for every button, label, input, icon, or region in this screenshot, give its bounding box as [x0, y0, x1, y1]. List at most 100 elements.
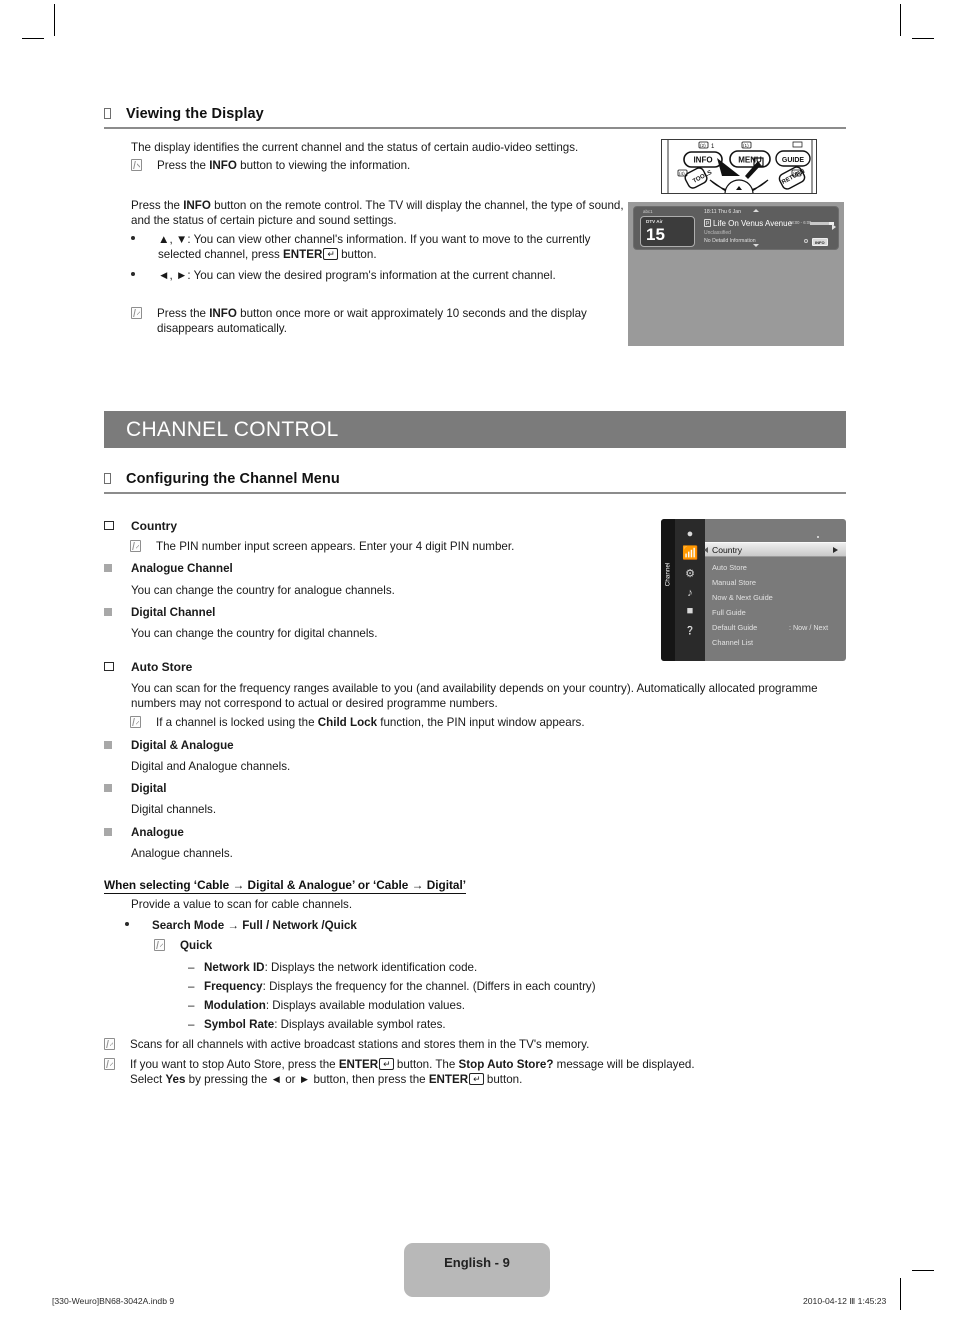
square-bullet-icon: [104, 781, 131, 796]
menu-item-default-guide[interactable]: Default Guide : Now / Next: [705, 620, 846, 635]
svg-text:(1): (1): [793, 171, 799, 176]
osd-progress-bar: [810, 222, 834, 225]
cable-note-1-text: Scans for all channels with active broad…: [130, 1038, 590, 1052]
cable-item-network-id: – Network ID: Displays the network ident…: [104, 960, 846, 975]
note-icon: [104, 539, 156, 554]
digital-title-row: Digital: [104, 781, 846, 796]
analogue-title: Analogue: [131, 825, 184, 839]
cable-item-frequency: – Frequency: Displays the frequency for …: [104, 979, 846, 994]
crop-mark-bottom-right-v: [900, 1278, 901, 1310]
cable-block: Provide a value to scan for cable channe…: [104, 897, 846, 1087]
sound-icon[interactable]: ♪: [682, 587, 698, 600]
analogue-channel-text-row: You can change the country for analogue …: [104, 583, 624, 598]
auto-store-block: Auto Store You can scan for the frequenc…: [104, 660, 846, 861]
menu-item-label: Default Guide: [712, 623, 758, 632]
menu-side-tab-label: Channel: [664, 562, 672, 587]
analogue-channel-text: You can change the country for analogue …: [131, 583, 395, 597]
menu-item-auto-store[interactable]: Auto Store: [705, 560, 846, 575]
menu-item-full-guide[interactable]: Full Guide: [705, 605, 846, 620]
menu-item-label: Auto Store: [712, 563, 747, 572]
page-number-badge: English - 9: [404, 1243, 550, 1297]
quick-label: Quick: [180, 939, 213, 953]
viewing-bullet-1: ▲, ▼: You can view other channel's infor…: [131, 232, 634, 262]
section-marker-icon: [104, 106, 126, 121]
dash-bullet-icon: –: [188, 979, 195, 993]
dot-bullet-icon: [131, 232, 158, 262]
digital-channel-text: You can change the country for digital c…: [131, 627, 378, 641]
search-mode-row: Search Mode → Full / Network /Quick: [104, 918, 846, 933]
menu-item-label: Full Guide: [712, 608, 746, 617]
svg-text:(4): (4): [679, 171, 685, 176]
country-block: Country The PIN number input screen appe…: [104, 519, 624, 641]
menu-selection-caret-icon: [704, 547, 708, 553]
cable-note-1: Scans for all channels with active broad…: [104, 1037, 846, 1052]
menu-icon-column: ● 📶 ⚙ ♪ ■ ❔: [675, 519, 705, 661]
crop-mark-top-right-h: [912, 38, 934, 39]
note-icon: [104, 1037, 130, 1052]
menu-item-label: Now & Next Guide: [712, 593, 773, 602]
cable-item-modulation: – Modulation: Displays available modulat…: [104, 998, 846, 1013]
analogue-text-row: Analogue channels.: [104, 846, 846, 861]
support-icon[interactable]: ❔: [682, 624, 698, 637]
cable-item-term: Modulation: [204, 999, 266, 1013]
osd-info-dot-icon: [804, 239, 808, 243]
menu-item-label: Channel List: [712, 638, 754, 647]
crop-mark-top-right-v: [900, 4, 901, 36]
search-mode-text: Search Mode → Full / Network /Quick: [152, 919, 357, 933]
note-icon: [104, 1057, 130, 1087]
dash-bullet-icon: –: [188, 960, 195, 974]
country-title-row: Country: [104, 519, 624, 534]
cable-subsection-heading: When selecting ‘Cable → Digital & Analog…: [104, 878, 467, 894]
osd-clock: 18:11 Thu 6 Jan: [704, 209, 742, 215]
viewing-note-2: Press the INFO button once more or wait …: [131, 306, 636, 336]
crop-mark-top-left-v: [54, 4, 55, 36]
digital-channel-title-row: Digital Channel: [104, 605, 624, 620]
chapter-band: CHANNEL CONTROL: [104, 411, 846, 448]
menu-item-manual-store[interactable]: Manual Store: [705, 575, 846, 590]
menu-item-channel-list[interactable]: Channel List: [705, 635, 846, 650]
analogue-title-row: Analogue: [104, 825, 846, 840]
viewing-intro-paragraph: The display identifies the current chann…: [131, 141, 579, 154]
dot-bullet-icon: [131, 268, 158, 283]
svg-text:(1): (1): [743, 143, 749, 148]
menu-item-now-next-guide[interactable]: Now & Next Guide: [705, 590, 846, 605]
cable-item-desc: : Displays the network identification co…: [264, 960, 478, 974]
svg-text:INFO: INFO: [693, 156, 712, 165]
menu-side-tab: Channel: [661, 519, 675, 661]
osd-rating-badge: p: [704, 219, 711, 227]
osd-time-range: 18:00 - 6:00: [789, 220, 812, 225]
osd-channel-label: DTV Air: [646, 219, 663, 224]
menu-scroll-up-dot: [817, 536, 819, 538]
osd-up-arrow-icon: [753, 209, 759, 212]
section-heading-viewing-display: Viewing the Display: [104, 106, 846, 129]
crop-mark-top-left-h: [22, 38, 44, 39]
analogue-text: Analogue channels.: [131, 846, 233, 860]
digital-text: Digital channels.: [131, 803, 217, 817]
antenna-icon[interactable]: 📶: [682, 546, 698, 559]
chevron-right-icon: [833, 547, 838, 553]
cable-lead-row: Provide a value to scan for cable channe…: [104, 897, 846, 912]
country-title: Country: [131, 519, 177, 533]
rect-bullet-icon: [104, 660, 131, 675]
cable-note-2: If you want to stop Auto Store, press th…: [104, 1057, 846, 1087]
digital-channel-text-row: You can change the country for digital c…: [104, 626, 624, 641]
picture-icon[interactable]: ⚙: [682, 568, 698, 581]
analogue-channel-title: Analogue Channel: [131, 562, 233, 576]
input-icon[interactable]: ●: [682, 528, 698, 541]
digital-analogue-text-row: Digital and Analogue channels.: [104, 759, 846, 774]
osd-detail-text: No Detaild Information: [704, 238, 756, 244]
cable-item-symbol-rate: – Symbol Rate: Displays available symbol…: [104, 1017, 846, 1032]
digital-title: Digital: [131, 782, 167, 796]
note-icon: [131, 306, 157, 336]
enter-key-icon: ↵: [379, 1057, 394, 1070]
viewing-paragraph-2: Press the INFO button on the remote cont…: [131, 199, 624, 228]
country-note-row: The PIN number input screen appears. Ent…: [104, 539, 624, 554]
auto-store-note-row: If a channel is locked using the Child L…: [104, 715, 846, 730]
setup-icon[interactable]: ■: [682, 605, 698, 618]
menu-item-country[interactable]: Country: [704, 542, 846, 557]
dash-bullet-icon: –: [188, 1018, 195, 1032]
note-icon: [104, 715, 156, 730]
cable-item-desc: : Displays the frequency for the channel…: [262, 979, 596, 993]
note-icon: [131, 158, 157, 173]
enter-key-icon: ↵: [323, 248, 338, 261]
